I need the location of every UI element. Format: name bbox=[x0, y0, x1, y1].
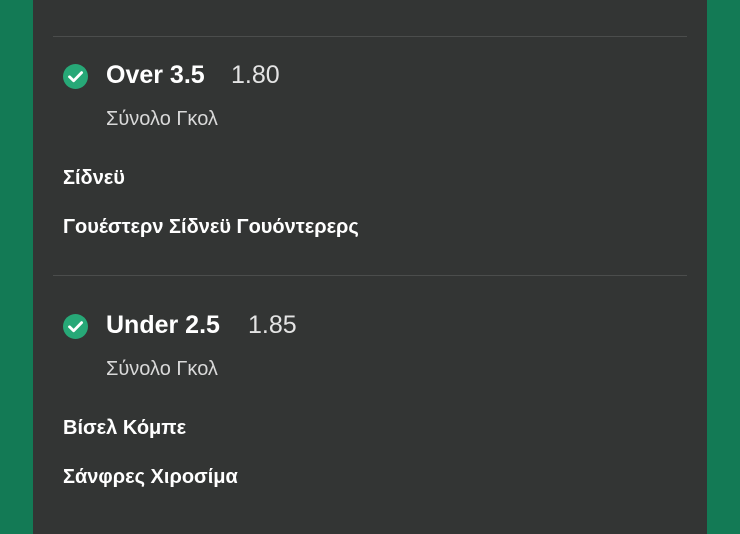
away-team: Σάνφρες Χιροσίμα bbox=[63, 466, 238, 488]
home-team: Βίσελ Κόμπε bbox=[63, 417, 187, 439]
bet-slip-panel: Over 3.5 1.80 Σύνολο Γκολ Σίδνεϋ Γουέστε… bbox=[33, 0, 707, 534]
selection-label: Over 3.5 bbox=[106, 61, 205, 89]
away-team: Γουέστερν Σίδνεϋ Γουόντερερς bbox=[63, 216, 359, 238]
check-circle-icon bbox=[63, 314, 88, 339]
divider bbox=[53, 36, 687, 37]
selection-label: Under 2.5 bbox=[106, 311, 220, 339]
odds-value: 1.80 bbox=[231, 61, 280, 89]
market-name: Σύνολο Γκολ bbox=[106, 358, 218, 380]
divider bbox=[53, 275, 687, 276]
home-team: Σίδνεϋ bbox=[63, 167, 125, 189]
market-name: Σύνολο Γκολ bbox=[106, 108, 218, 130]
odds-value: 1.85 bbox=[248, 311, 297, 339]
check-circle-icon bbox=[63, 64, 88, 89]
